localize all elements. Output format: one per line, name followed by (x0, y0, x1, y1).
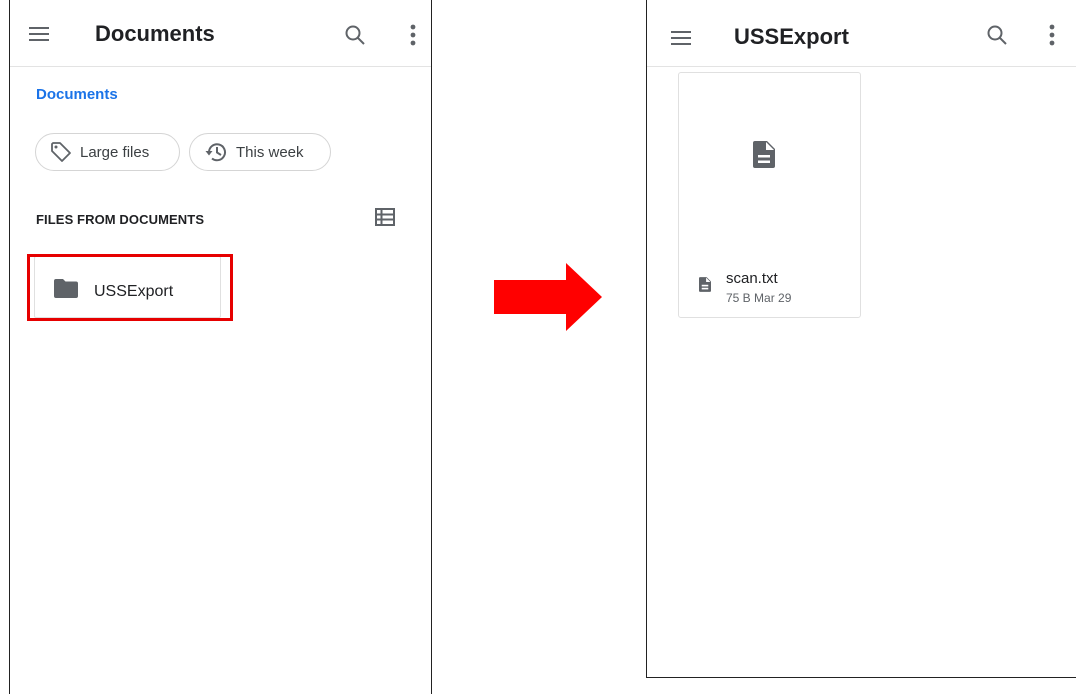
search-icon[interactable] (344, 24, 366, 46)
chip-label: This week (236, 143, 304, 161)
arrow-right-icon (494, 263, 602, 331)
section-header: FILES FROM DOCUMENTS (36, 212, 205, 227)
file-item[interactable]: scan.txt 75 B Mar 29 (678, 72, 861, 318)
folder-item[interactable]: USSExport (34, 256, 221, 318)
file-name: scan.txt (726, 270, 778, 287)
chip-large-files[interactable]: Large files (35, 133, 180, 171)
page-title: Documents (95, 21, 215, 46)
comparison-canvas: Documents Documents Large files This wee… (0, 0, 1076, 695)
folder-name: USSExport (94, 283, 174, 300)
app-bar: USSExport (647, 0, 1076, 67)
hamburger-menu-icon[interactable] (671, 31, 691, 45)
file-meta: 75 B Mar 29 (726, 291, 792, 305)
screen-documents: Documents Documents Large files This wee… (9, 0, 432, 694)
more-vert-icon[interactable] (410, 24, 416, 46)
page-title: USSExport (734, 24, 849, 49)
document-icon (753, 141, 775, 168)
tag-icon (51, 142, 71, 162)
breadcrumb[interactable]: Documents (36, 86, 118, 103)
chip-label: Large files (80, 143, 150, 161)
search-icon[interactable] (986, 24, 1008, 46)
more-vert-icon[interactable] (1049, 24, 1055, 46)
app-bar: Documents (10, 0, 431, 67)
screen-folder: USSExport scan.txt 75 B Mar 29 (646, 0, 1076, 678)
hamburger-menu-icon[interactable] (29, 27, 49, 41)
history-icon (205, 143, 226, 162)
folder-icon (54, 279, 78, 298)
list-view-icon[interactable] (375, 208, 395, 226)
chip-this-week[interactable]: This week (189, 133, 331, 171)
document-icon (699, 277, 711, 292)
